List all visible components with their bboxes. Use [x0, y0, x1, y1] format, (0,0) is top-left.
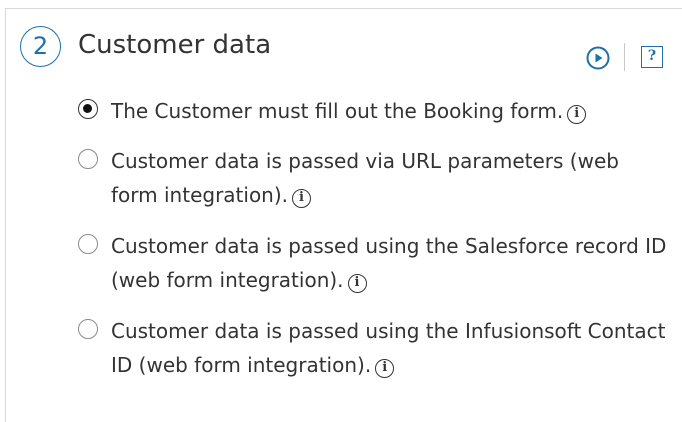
- toolbar-separator: [624, 43, 625, 71]
- info-icon[interactable]: i: [567, 105, 587, 124]
- info-icon[interactable]: i: [375, 359, 395, 378]
- option-salesforce-record[interactable]: Customer data is passed using the Salesf…: [78, 229, 674, 297]
- option-label: Customer data is passed using the Infusi…: [111, 319, 666, 378]
- info-icon[interactable]: i: [292, 189, 312, 208]
- option-infusionsoft-contact[interactable]: Customer data is passed using the Infusi…: [78, 314, 674, 382]
- radio-booking-form[interactable]: [78, 99, 98, 119]
- section-title: Customer data: [78, 30, 272, 60]
- customer-data-panel: 2 Customer data ? The Customer must fill…: [5, 8, 682, 422]
- radio-url-parameters[interactable]: [78, 149, 98, 169]
- radio-infusionsoft-contact[interactable]: [78, 319, 98, 339]
- radio-salesforce-record[interactable]: [78, 234, 98, 254]
- help-icon[interactable]: ?: [641, 46, 663, 68]
- option-url-parameters[interactable]: Customer data is passed via URL paramete…: [78, 144, 674, 212]
- option-label: Customer data is passed using the Salesf…: [111, 234, 667, 293]
- step-number-badge: 2: [20, 26, 61, 67]
- option-label: Customer data is passed via URL paramete…: [111, 149, 619, 208]
- info-icon[interactable]: i: [347, 274, 367, 293]
- option-label: The Customer must fill out the Booking f…: [111, 94, 671, 128]
- play-icon[interactable]: [586, 46, 610, 70]
- option-booking-form[interactable]: The Customer must fill out the Booking f…: [78, 94, 674, 128]
